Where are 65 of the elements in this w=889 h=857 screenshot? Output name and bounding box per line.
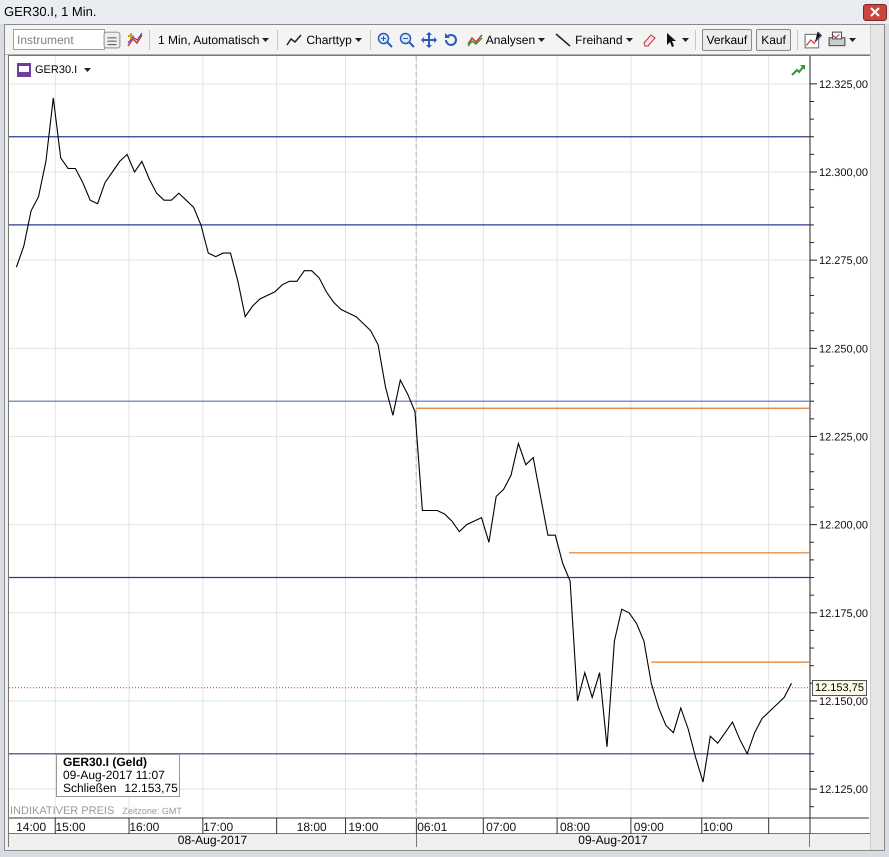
- instrument-selector[interactable]: GER30.I: [17, 62, 92, 78]
- time-label: 16:00: [129, 820, 160, 834]
- interval-dropdown[interactable]: 1 Min, Automatisch: [156, 28, 272, 50]
- time-label: 14:00: [16, 820, 46, 834]
- axis-tick-label: 12.225,00: [819, 431, 868, 444]
- printer-icon: [828, 30, 846, 48]
- info-date: 09-Aug-2017 11:07: [63, 769, 166, 782]
- axis-tick-label: 12.150,00: [819, 696, 868, 708]
- caret-icon: [682, 38, 688, 42]
- price-note: INDIKATIVER PREIS: [10, 804, 114, 819]
- caret-icon: [354, 38, 362, 42]
- cfd-icon: [17, 63, 31, 78]
- analyses-dropdown[interactable]: Analysen: [464, 28, 548, 50]
- time-label: 10:00: [702, 820, 733, 834]
- move-arrows-icon[interactable]: [420, 32, 437, 48]
- close-icon: [870, 7, 880, 17]
- sell-button[interactable]: Verkauf: [702, 28, 752, 50]
- line-chart-icon: [286, 32, 302, 48]
- time-label: 07:00: [486, 820, 516, 834]
- time-label: 18:00: [296, 820, 327, 834]
- drawing-tool-dropdown[interactable]: Freihand: [553, 28, 634, 50]
- line-tool-icon: [555, 32, 572, 48]
- date-label: 08-Aug-2017: [9, 834, 417, 847]
- vertical-scrollbar[interactable]: [870, 25, 884, 850]
- instrument-field[interactable]: Instrument: [13, 29, 105, 50]
- horizontal-level-line[interactable]: [9, 576, 810, 578]
- zoom-out-icon[interactable]: [398, 32, 415, 48]
- axis-tick-label: 12.200,00: [819, 520, 868, 532]
- current-price-label: 12.153,75: [812, 680, 867, 696]
- chart-settings-icon[interactable]: [804, 30, 822, 48]
- axis-tick-label: 12.275,00: [819, 255, 868, 268]
- axis-tick-label: 12.125,00: [819, 784, 868, 796]
- time-label: 09:00: [634, 820, 664, 834]
- caret-icon: [848, 38, 856, 42]
- info-value: 12.153,75: [124, 782, 178, 795]
- time-label: 06:01: [417, 820, 448, 834]
- close-button[interactable]: [863, 4, 887, 20]
- analysis-icon: [466, 32, 483, 48]
- window-title: GER30.I, 1 Min.: [4, 3, 96, 22]
- horizontal-level-line[interactable]: [9, 224, 810, 226]
- time-label: 17:00: [203, 820, 234, 834]
- zoom-in-icon[interactable]: [376, 32, 393, 48]
- add-indicator-icon[interactable]: [127, 32, 143, 48]
- axis-tick-label: 12.300,00: [819, 167, 868, 179]
- time-label: 19:00: [348, 820, 378, 834]
- eraser-icon[interactable]: [640, 32, 656, 48]
- trend-up-icon[interactable]: [791, 64, 805, 76]
- caret-icon: [538, 38, 546, 42]
- time-label: 15:00: [56, 820, 86, 834]
- undo-icon[interactable]: [442, 32, 459, 48]
- chart-type-dropdown[interactable]: Charttyp: [284, 28, 364, 50]
- buy-button[interactable]: Kauf: [756, 28, 791, 50]
- time-label: 08:00: [560, 820, 590, 834]
- list-icon[interactable]: [103, 30, 121, 48]
- horizontal-level-line[interactable]: [9, 753, 810, 754]
- date-label: 09-Aug-2017: [417, 834, 810, 847]
- axis-tick-label: 12.250,00: [819, 343, 868, 356]
- timezone-label: Zeitzone: GMT: [122, 805, 182, 818]
- axis-tick-label: 12.175,00: [819, 608, 868, 620]
- caret-icon: [626, 38, 632, 42]
- caret-icon: [262, 38, 270, 42]
- axis-tick-label: 12.325,00: [819, 78, 868, 91]
- info-label: Schließen: [63, 782, 116, 795]
- info-title: GER30.I (Geld): [63, 756, 148, 769]
- caret-icon: [84, 68, 92, 72]
